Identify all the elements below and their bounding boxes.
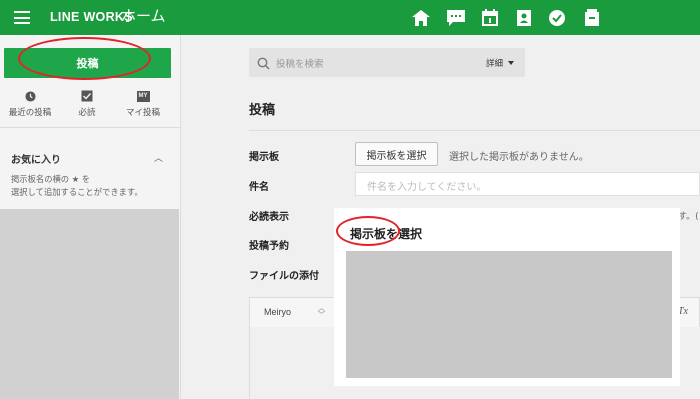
required-read-hint: す。( [678,212,699,222]
top-bar: LINE WORKS ホーム [0,0,700,35]
quick-link-required[interactable]: 必読 [57,88,117,118]
quick-link-label: 最近の投稿 [8,108,52,118]
menu-icon[interactable] [14,11,30,24]
quick-link-recent[interactable]: 最近の投稿 [0,88,60,118]
chevron-down-icon [508,61,514,65]
board-list-redacted [346,251,672,378]
schedule-label: 投稿予約 [249,241,289,252]
favorites-title: お気に入り [11,155,61,166]
board-label: 掲示板 [249,152,279,163]
redacted-area [0,209,179,399]
title-divider [249,130,700,131]
board-status-text: 選択した掲示板がありません。 [449,152,589,163]
quick-link-label: マイ投稿 [125,108,160,118]
search-input[interactable]: 投稿を検索 [276,56,324,70]
drive-icon[interactable] [581,7,603,29]
search-bar[interactable]: 投稿を検索 詳細 [249,48,525,77]
search-detail-button[interactable]: 詳細 [486,57,503,69]
quick-link-my-posts[interactable]: MY マイ投稿 [113,88,173,118]
annotation-circle-post [18,37,151,80]
search-icon [257,55,270,74]
sidebar: 投稿 最近の投稿 必読 MY マイ投稿 お気に入り ︿ 掲示板名の横の ★ を … [0,35,181,399]
subject-input[interactable]: 件名を入力してください。 [355,172,700,196]
calendar-icon[interactable] [479,7,501,29]
page-title: 投稿 [249,103,276,118]
attachment-label: ファイルの添付 [249,271,319,282]
favorites-description: 掲示板名の横の ★ を 選択して追加することができます。 [11,174,143,197]
subject-label: 件名 [249,182,269,193]
my-badge-icon: MY [113,88,173,104]
check-circle-icon[interactable] [546,7,568,29]
chat-icon[interactable] [445,7,467,29]
select-arrows-icon: ︿ ﹀ [318,304,325,319]
home-icon[interactable] [410,7,432,29]
font-select[interactable]: Meiryo [264,307,291,317]
select-board-button[interactable]: 掲示板を選択 [355,142,438,166]
checkbox-icon [57,88,117,104]
brand-section-title: ホーム [121,7,166,25]
annotation-circle-dialog-title [336,216,400,246]
clock-icon [0,88,60,104]
sidebar-divider [0,127,180,128]
quick-link-label: 必読 [78,108,96,118]
chevron-up-icon[interactable]: ︿ [154,151,163,164]
contacts-icon[interactable] [513,7,535,29]
required-read-label: 必読表示 [249,212,289,223]
